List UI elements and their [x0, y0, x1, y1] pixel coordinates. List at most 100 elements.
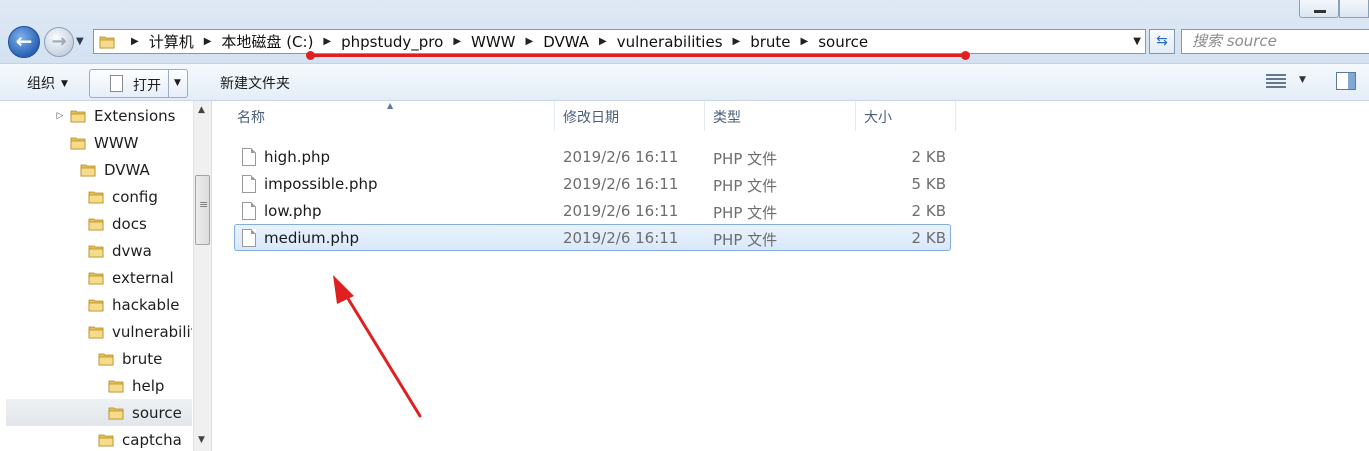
file-type: PHP 文件 [713, 177, 778, 195]
expand-arrow-icon[interactable]: ▷ [54, 111, 66, 121]
folder-icon [88, 324, 104, 340]
breadcrumb-item[interactable]: vulnerabilities [617, 33, 723, 51]
scrollbar-thumb[interactable] [195, 175, 210, 245]
file-row[interactable]: impossible.php 2019/2/6 16:11 PHP 文件 5 K… [234, 170, 951, 197]
file-name: low.php [264, 202, 322, 220]
refresh-icon: ⇆ [1156, 33, 1168, 49]
view-options-icon[interactable] [1266, 72, 1286, 90]
breadcrumb-item[interactable]: 计算机 [149, 31, 194, 52]
recent-pages-dropdown[interactable]: ▼ [76, 36, 84, 47]
search-input[interactable]: 搜索 source [1181, 29, 1369, 54]
breadcrumb-separator-icon[interactable]: ▶ [801, 36, 809, 47]
breadcrumb-separator-icon[interactable]: ▶ [526, 36, 534, 47]
file-date: 2019/2/6 16:11 [563, 202, 679, 220]
chevron-down-icon[interactable]: ▼ [174, 78, 181, 88]
chevron-down-icon[interactable]: ▼ [1299, 75, 1306, 85]
open-button[interactable]: 打开 ▼ [89, 69, 188, 98]
tree-item[interactable]: ▷ Extensions [0, 102, 192, 129]
breadcrumb-separator-icon[interactable]: ▶ [733, 36, 741, 47]
navigation-pane: ▷ Extensions WWW DVWA config docs dvwa e… [0, 101, 212, 451]
navigation-scrollbar[interactable]: ▲ ▼ [193, 101, 211, 451]
tree-item[interactable]: config [0, 183, 192, 210]
column-header-type[interactable]: 类型 [705, 101, 856, 131]
breadcrumb-separator-icon[interactable]: ▶ [131, 36, 139, 47]
file-name: medium.php [264, 229, 359, 247]
file-size: 2 KB [911, 229, 946, 247]
breadcrumb-separator-icon[interactable]: ▶ [453, 36, 461, 47]
tree-item[interactable]: hackable [0, 291, 192, 318]
tree-item[interactable]: WWW [0, 129, 192, 156]
address-bar[interactable]: ▶ 计算机 ▶ 本地磁盘 (C:) ▶ phpstudy_pro ▶ WWW ▶… [93, 29, 1146, 54]
php-file-icon [242, 148, 256, 166]
tree-item[interactable]: help [0, 372, 192, 399]
column-header-date[interactable]: 修改日期 [555, 101, 705, 131]
php-file-icon [242, 175, 256, 193]
annotation-dot [961, 51, 970, 60]
breadcrumb-item[interactable]: source [818, 33, 868, 51]
new-folder-button[interactable]: 新建文件夹 [220, 73, 290, 93]
sort-ascending-icon: ▲ [387, 101, 394, 110]
address-history-dropdown[interactable]: ▼ [1133, 36, 1141, 47]
tree-item[interactable]: docs [0, 210, 192, 237]
arrow-right-icon: → [51, 31, 67, 52]
preview-pane-icon[interactable] [1336, 72, 1356, 90]
breadcrumb-separator-icon[interactable]: ▶ [323, 36, 331, 47]
folder-icon [99, 34, 115, 50]
tree-item[interactable]: external [0, 264, 192, 291]
file-list: 名称 ▲ 修改日期 类型 大小 high.php 2019/2/6 16:11 … [213, 101, 1369, 451]
file-row[interactable]: low.php 2019/2/6 16:11 PHP 文件 2 KB [234, 197, 951, 224]
folder-icon [88, 243, 104, 259]
back-button[interactable]: ← [8, 26, 40, 58]
file-type: PHP 文件 [713, 231, 778, 249]
tree-item-label: captcha [122, 430, 182, 449]
folder-icon [80, 162, 96, 178]
tree-item-label: config [112, 187, 158, 206]
file-type: PHP 文件 [713, 204, 778, 222]
folder-icon [88, 297, 104, 313]
breadcrumb-item[interactable]: WWW [471, 33, 516, 51]
tree-item[interactable]: dvwa [0, 237, 192, 264]
tree-item-selected[interactable]: source [6, 399, 192, 426]
scroll-up-icon[interactable]: ▲ [198, 105, 205, 115]
open-label: 打开 [133, 78, 161, 94]
folder-icon [88, 270, 104, 286]
breadcrumb-separator-icon[interactable]: ▶ [204, 36, 212, 47]
folder-icon [70, 108, 86, 124]
breadcrumb: ▶ 计算机 ▶ 本地磁盘 (C:) ▶ phpstudy_pro ▶ WWW ▶… [121, 31, 868, 52]
annotation-dot [306, 51, 315, 60]
refresh-button[interactable]: ⇆ [1149, 29, 1175, 54]
breadcrumb-item[interactable]: phpstudy_pro [341, 33, 443, 51]
arrow-left-icon: ← [15, 29, 33, 53]
organize-menu[interactable]: 组织 ▼ [27, 73, 68, 93]
tree-item-label: docs [112, 214, 147, 233]
breadcrumb-item[interactable]: 本地磁盘 (C:) [221, 31, 313, 52]
file-type: PHP 文件 [713, 150, 778, 168]
file-row-selected[interactable]: medium.php 2019/2/6 16:11 PHP 文件 2 KB [234, 224, 951, 251]
folder-icon [98, 351, 114, 367]
folder-icon [108, 405, 124, 421]
tree-item[interactable]: brute [0, 345, 192, 372]
folder-icon [108, 378, 124, 394]
folder-icon [88, 216, 104, 232]
file-size: 2 KB [911, 148, 946, 166]
breadcrumb-item[interactable]: brute [750, 33, 790, 51]
file-size: 2 KB [911, 202, 946, 220]
php-file-icon [242, 229, 256, 247]
scroll-down-icon[interactable]: ▼ [198, 435, 205, 445]
document-icon [110, 75, 123, 92]
file-name: high.php [264, 148, 331, 166]
column-header-size[interactable]: 大小 [856, 101, 956, 131]
organize-label: 组织 [27, 76, 55, 92]
tree-item-label: help [132, 376, 165, 395]
split-divider [168, 70, 169, 97]
tree-item[interactable]: captcha [0, 426, 192, 451]
breadcrumb-separator-icon[interactable]: ▶ [599, 36, 607, 47]
tree-item[interactable]: vulnerabiliti [0, 318, 192, 345]
tree-item-label: dvwa [112, 241, 152, 260]
minimize-button[interactable] [1299, 0, 1339, 18]
file-row[interactable]: high.php 2019/2/6 16:11 PHP 文件 2 KB [234, 143, 951, 170]
breadcrumb-item[interactable]: DVWA [543, 33, 589, 51]
tree-item[interactable]: DVWA [0, 156, 192, 183]
maximize-button[interactable] [1339, 0, 1369, 18]
forward-button[interactable]: → [44, 27, 74, 57]
